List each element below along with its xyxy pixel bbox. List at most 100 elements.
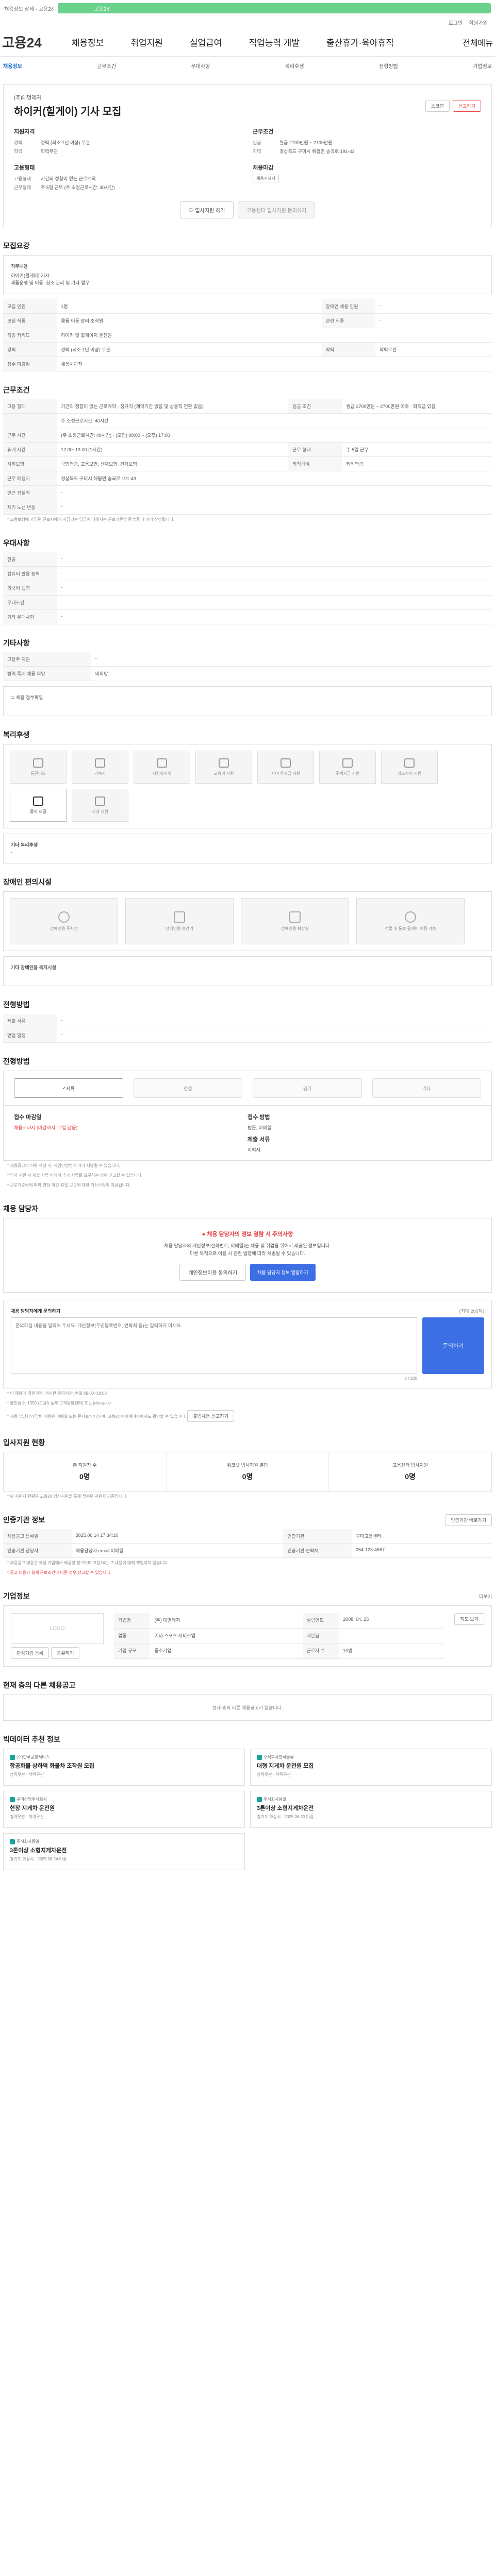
report-button[interactable]: 신고하기 <box>452 99 481 112</box>
agency-note: * 공고 내용과 실제 근로조건이 다른 경우 신고할 수 있습니다. <box>7 1570 111 1575</box>
company-logo: LOGO <box>11 1613 104 1644</box>
cell-value: 물품 이동 장비 조작원 <box>57 313 322 328</box>
gift-icon <box>404 758 415 768</box>
company-logo-icon <box>10 1754 15 1760</box>
table-row: 업종 기타 스포츠 서비스업 자본금 - <box>114 1628 444 1644</box>
contact-title: 채용 담당자 <box>3 1205 39 1213</box>
company-more-link[interactable]: 더보기 <box>479 1593 492 1600</box>
graduation-cap-icon <box>280 758 291 768</box>
agree-button[interactable]: 개인정보이용 동의하기 <box>179 1264 246 1281</box>
similar-section: 현재 층의 다른 채용공고 현재 층의 다른 채용공고가 없습니다. <box>3 1676 492 1721</box>
company-section: 기업정보 더보기 LOGO 관심기업 등록 공유하기 기업명 (주) 대명레저 설립… <box>3 1587 492 1667</box>
cell-value: 2008. 04. 25 <box>339 1613 444 1629</box>
company-name[interactable]: (주)대명레저 <box>14 93 121 101</box>
recommend-card[interactable]: 주식회사동일 3톤이상 소형지게차운전 경기도 화성시 · 2025.06.24 마… <box>3 1833 245 1870</box>
table-row: 인증기관 담당자 채용담당자 email 이메일 인증기관 연락처 054-123-4… <box>3 1543 492 1558</box>
illegal-report-button[interactable]: 불법채용 신고하기 <box>187 1410 235 1422</box>
join-link[interactable]: 회원가입 <box>469 19 488 26</box>
tab-conditions[interactable]: 근무조건 <box>97 62 116 70</box>
table-row: 전공 - <box>3 552 492 567</box>
inquiry-textarea[interactable] <box>11 1317 417 1374</box>
card-company-name: 구미산업주식회사 <box>16 1797 47 1802</box>
kv-worktype-key: 근무형태 <box>14 185 31 190</box>
share-button[interactable]: 공유하기 <box>51 1647 80 1659</box>
cell-value: 월급 2700만원 ~ 2700만원 이하 · 퇴직금 있음 <box>342 399 492 414</box>
address-bar[interactable]: 고용24 <box>58 3 491 13</box>
cell-key: 접수 마감일 <box>3 357 57 371</box>
card-company-name: 주식회사동일 <box>263 1797 287 1802</box>
cell-key: 휴게 시간 <box>3 442 57 457</box>
stat-value: 0명 <box>79 1472 90 1481</box>
recommend-card[interactable]: 구미산업주식회사 현장 지게차 운전원 경력무관 · 학력무관 <box>3 1791 245 1828</box>
cell-key: 직종 키워드 <box>3 328 57 343</box>
card-title: 3톤이상 소형지게차운전 <box>257 1805 314 1811</box>
consult-button[interactable]: 고용센터 입사지원 문의하기 <box>238 201 316 218</box>
kv-wage-value: 월급 2700만원 ~ 2700만원 <box>279 140 333 145</box>
welfare-grid: 통근버스 기숙사 차량유지비 교육비 지원 자녀 학자금 지원 주택자금 지원 … <box>3 744 492 828</box>
scrap-button[interactable]: 스크랩 <box>425 99 450 112</box>
cell-value: 구미고용센터 <box>351 1529 492 1544</box>
tab-welfare[interactable]: 복리후생 <box>285 62 304 70</box>
desc-line: 제품운행 및 이동, 청소 관리 및 기타 업무 <box>11 280 90 285</box>
recommend-card[interactable]: 주식회사한국물류 대형 지게차 운전원 모집 경력무관 · 학력무관 <box>250 1749 492 1786</box>
disability-label: 장애인용 화장실 <box>281 926 309 931</box>
deadline-title: 채용마감 <box>253 165 274 171</box>
table-row: 직종 키워드 하이커 및 휠게이지 운전원 <box>3 328 492 343</box>
cell-key: 사회보험 <box>3 456 57 471</box>
inquiry-box: 채용 담당자에게 문의하기 (최대 200자) 문의하기 0 / 200 <box>3 1300 492 1388</box>
cell-key: 고용주 지원 <box>3 652 91 667</box>
cell-key: 인증기관 연락처 <box>283 1543 352 1558</box>
emptype-title: 고용형태 <box>14 165 35 171</box>
login-link[interactable]: 로그인 <box>449 19 463 26</box>
cell-value: - <box>57 566 492 581</box>
table-row: 기타 우대사항 - <box>3 609 492 624</box>
favorite-company-button[interactable]: 관심기업 등록 <box>11 1647 50 1659</box>
tab-company[interactable]: 기업정보 <box>473 62 492 70</box>
stat-item: 총 지원자 수 0명 <box>4 1452 167 1491</box>
welfare-item-active: 중식 제공 <box>10 789 67 822</box>
recommend-card[interactable]: (주)한국공항서비스 항공화물 상하역 화물차 조작원 모집 경력무관 · 학력무관 <box>3 1749 245 1786</box>
cell-key: 기업 규모 <box>114 1643 151 1659</box>
attachment-label: ⊃ 채용 첨부파일 <box>11 694 484 701</box>
gnb-item-recruit[interactable]: 채용정보 <box>72 36 104 48</box>
cell-key: 외국어 능력 <box>3 581 57 596</box>
job-header: (주)대명레저 하이커(힐게이) 기사 모집 스크랩 신고하기 지원자격 경력 경… <box>3 84 492 227</box>
cell-key: 설립연도 <box>302 1613 339 1629</box>
gnb-item-leave[interactable]: 출산휴가·육아휴직 <box>326 36 394 48</box>
cell-key: 병역 특례 채용 희망 <box>3 666 91 681</box>
all-menu-button[interactable]: 전체메뉴 <box>463 36 493 48</box>
card-meta: 경기도 화성시 · 2025.06.24 마감 <box>10 1857 67 1861</box>
gnb-item-benefit[interactable]: 실업급여 <box>190 36 222 48</box>
disability-etc-value: - <box>11 972 12 977</box>
disability-etc-box: 기타 장애인용 복지시설 - <box>3 956 492 986</box>
card-company: 주식회사한국물류 <box>257 1754 485 1760</box>
cell-key: 경력 <box>3 342 57 357</box>
cell-value: 채용담당자 email 이메일 <box>71 1543 284 1558</box>
cell-value: 기간의 정함이 없는 근로계약 · 정규직 (계약기간 없음 및 상용직 전환 … <box>57 399 289 414</box>
food-icon <box>95 796 105 806</box>
cell-value: - <box>57 609 492 624</box>
gnb-item-training[interactable]: 직업능력 개발 <box>249 36 300 48</box>
recommend-card[interactable]: 주식회사동일 3톤이상 소형지게차운전 경기도 화성시 · 2025.06.20 마… <box>250 1791 492 1828</box>
job-description: 직무내용 하이커(힐게이) 기사 제품운행 및 이동, 청소 관리 및 기타 업… <box>3 255 492 294</box>
view-contact-button[interactable]: 채용 담당자 정보 열람하기 <box>250 1264 316 1281</box>
paperclip-icon: ⊃ <box>11 695 16 700</box>
welfare-item: 교육비 지원 <box>195 751 252 784</box>
tab-recruit[interactable]: 채용정보 <box>3 62 22 70</box>
inquiry-submit-button[interactable]: 문의하기 <box>422 1317 484 1374</box>
disability-section: 장애인 편의시설 장애인용 주차장 장애인용 승강기 장애인용 화장실 건물 내… <box>3 873 492 986</box>
contact-note: * 이 채용에 대한 문의 게시판 운영시간: 평일 09:00~18:00 <box>7 1391 107 1396</box>
card-meta: 경력무관 · 학력무관 <box>10 1815 44 1819</box>
agency-link-button[interactable]: 인증기관 바로가기 <box>445 1514 492 1526</box>
gnb-item-support[interactable]: 취업지원 <box>130 36 163 48</box>
table-row: 제출 서류 - <box>3 1014 492 1028</box>
card-company: 구미산업주식회사 <box>10 1797 238 1802</box>
alert-title: ● 채용 담당자의 정보 열람 시 주의사항 <box>15 1230 480 1238</box>
cell-key: 근무 예정지 <box>3 471 57 486</box>
tab-preference[interactable]: 우대사항 <box>191 62 210 70</box>
table-row: 기업 규모 중소기업 근로자 수 10명 <box>114 1643 444 1659</box>
site-logo[interactable]: 고용24 <box>2 32 42 52</box>
apply-button[interactable]: ♡ 입사지원 하기 <box>179 201 234 218</box>
map-button[interactable]: 지도 보기 <box>454 1613 484 1625</box>
tab-process[interactable]: 전형방법 <box>379 62 398 70</box>
